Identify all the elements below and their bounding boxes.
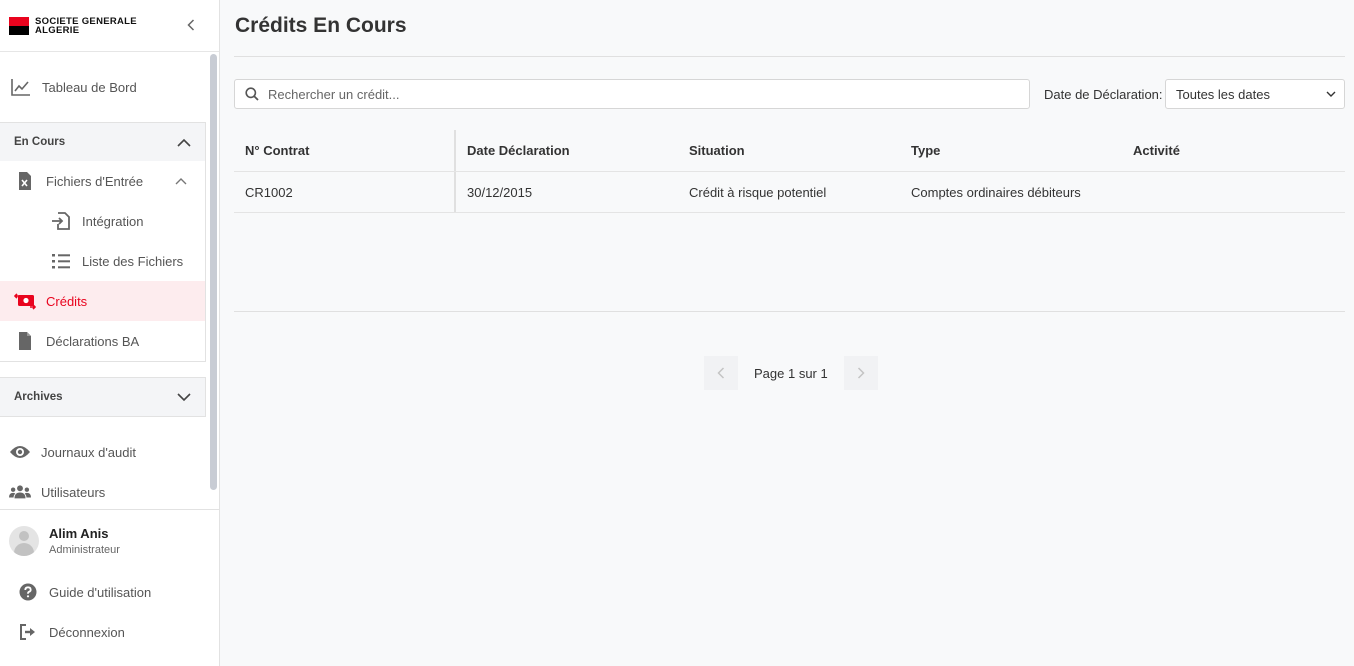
next-page-button[interactable] <box>843 356 878 390</box>
user-role: Administrateur <box>49 544 120 556</box>
nav-dashboard-label: Tableau de Bord <box>42 79 137 95</box>
logout-icon <box>19 623 37 641</box>
pagination: Page 1 sur 1 <box>704 356 878 390</box>
title-divider <box>234 56 1345 57</box>
page-indicator: Page 1 sur 1 <box>754 365 828 381</box>
search-box[interactable] <box>234 79 1030 109</box>
chevron-left-icon <box>187 19 195 31</box>
date-filter-label: Date de Déclaration: <box>1044 87 1163 102</box>
chevron-right-icon <box>857 367 865 379</box>
chevron-up-small-icon <box>175 178 187 185</box>
column-header-activite[interactable]: Activité <box>1122 130 1345 171</box>
column-header-type[interactable]: Type <box>900 130 1122 171</box>
eye-icon <box>9 441 31 463</box>
help-icon <box>19 583 37 601</box>
section-en-cours-title: En Cours <box>14 136 66 148</box>
section-archives-title: Archives <box>14 391 63 403</box>
list-icon <box>50 250 72 272</box>
brand-name: SOCIETE GENERALE ALGERIE <box>35 15 137 36</box>
brand-header: SOCIETE GENERALE ALGERIE <box>0 0 219 52</box>
cell-contrat: CR1002 <box>234 172 456 212</box>
section-en-cours-header[interactable]: En Cours <box>0 123 205 161</box>
guide-label: Guide d'utilisation <box>49 584 152 600</box>
file-icon <box>14 330 36 352</box>
user-name: Alim Anis <box>49 526 109 541</box>
nav-journaux-audit[interactable]: Journaux d'audit <box>0 432 218 472</box>
page-title: Crédits En Cours <box>235 14 407 37</box>
user-panel: Alim Anis Administrateur Guide d'utilisa… <box>0 509 219 666</box>
cell-situation: Crédit à risque potentiel <box>689 184 827 200</box>
search-input[interactable] <box>268 86 1008 102</box>
column-header-contrat[interactable]: N° Contrat <box>234 130 456 171</box>
nav-liste-fichiers-label: Liste des Fichiers <box>82 253 184 269</box>
search-icon <box>245 87 259 101</box>
nav-fichiers-entree-label: Fichiers d'Entrée <box>46 173 144 189</box>
credits-table: N° Contrat Date Déclaration Situation Ty… <box>234 130 1345 213</box>
cell-type: Comptes ordinaires débiteurs <box>911 184 1081 200</box>
nav-credits[interactable]: Crédits <box>0 281 205 321</box>
avatar <box>9 526 39 556</box>
sidebar-nav: Tableau de Bord En Cours Fichiers d'Entr… <box>0 52 218 509</box>
cell-activite <box>1122 172 1345 212</box>
chevron-up-icon <box>177 138 191 147</box>
logout-button[interactable]: Déconnexion <box>0 612 219 652</box>
line-chart-icon <box>10 76 32 98</box>
money-transfer-icon <box>14 290 36 312</box>
date-filter-select[interactable]: Toutes les dates <box>1165 79 1345 109</box>
import-file-icon <box>50 210 72 232</box>
logout-label: Déconnexion <box>49 624 125 640</box>
user-profile[interactable]: Alim Anis Administrateur <box>0 510 219 572</box>
collapse-sidebar-button[interactable] <box>183 15 199 35</box>
sidebar-scrollbar[interactable] <box>210 54 217 490</box>
nav-credits-label: Crédits <box>46 293 88 309</box>
table-header: N° Contrat Date Déclaration Situation Ty… <box>234 130 1345 172</box>
nav-journaux-audit-label: Journaux d'audit <box>41 444 136 460</box>
nav-dashboard[interactable]: Tableau de Bord <box>0 67 218 107</box>
column-header-situation[interactable]: Situation <box>678 130 900 171</box>
table-bottom-divider <box>234 311 1345 312</box>
nav-liste-fichiers[interactable]: Liste des Fichiers <box>0 241 205 281</box>
nav-utilisateurs[interactable]: Utilisateurs <box>0 472 218 509</box>
users-icon <box>9 481 31 503</box>
previous-page-button[interactable] <box>704 356 738 390</box>
main-content: Crédits En Cours Date de Déclaration: To… <box>220 0 1354 666</box>
guide-button[interactable]: Guide d'utilisation <box>0 572 219 612</box>
chevron-down-icon <box>1326 91 1336 97</box>
cell-date: 30/12/2015 <box>467 184 533 200</box>
nav-declarations-ba[interactable]: Déclarations BA <box>0 321 205 361</box>
excel-file-icon <box>14 170 36 192</box>
nav-integration[interactable]: Intégration <box>0 201 205 241</box>
section-en-cours: En Cours Fichiers d'Entrée Intégration L… <box>0 122 206 362</box>
section-archives: Archives <box>0 377 206 417</box>
date-filter-value: Toutes les dates <box>1176 86 1270 102</box>
sidebar: SOCIETE GENERALE ALGERIE Tableau de Bord… <box>0 0 220 666</box>
chevron-left-icon <box>717 367 725 379</box>
column-header-date[interactable]: Date Déclaration <box>456 130 678 171</box>
nav-integration-label: Intégration <box>82 213 144 229</box>
societe-generale-logo <box>9 16 29 35</box>
chevron-down-icon <box>177 392 191 401</box>
nav-utilisateurs-label: Utilisateurs <box>41 484 106 500</box>
section-archives-header[interactable]: Archives <box>0 378 205 416</box>
nav-fichiers-entree[interactable]: Fichiers d'Entrée <box>0 161 205 201</box>
table-row[interactable]: CR1002 30/12/2015 Crédit à risque potent… <box>234 172 1345 213</box>
nav-declarations-ba-label: Déclarations BA <box>46 333 140 349</box>
